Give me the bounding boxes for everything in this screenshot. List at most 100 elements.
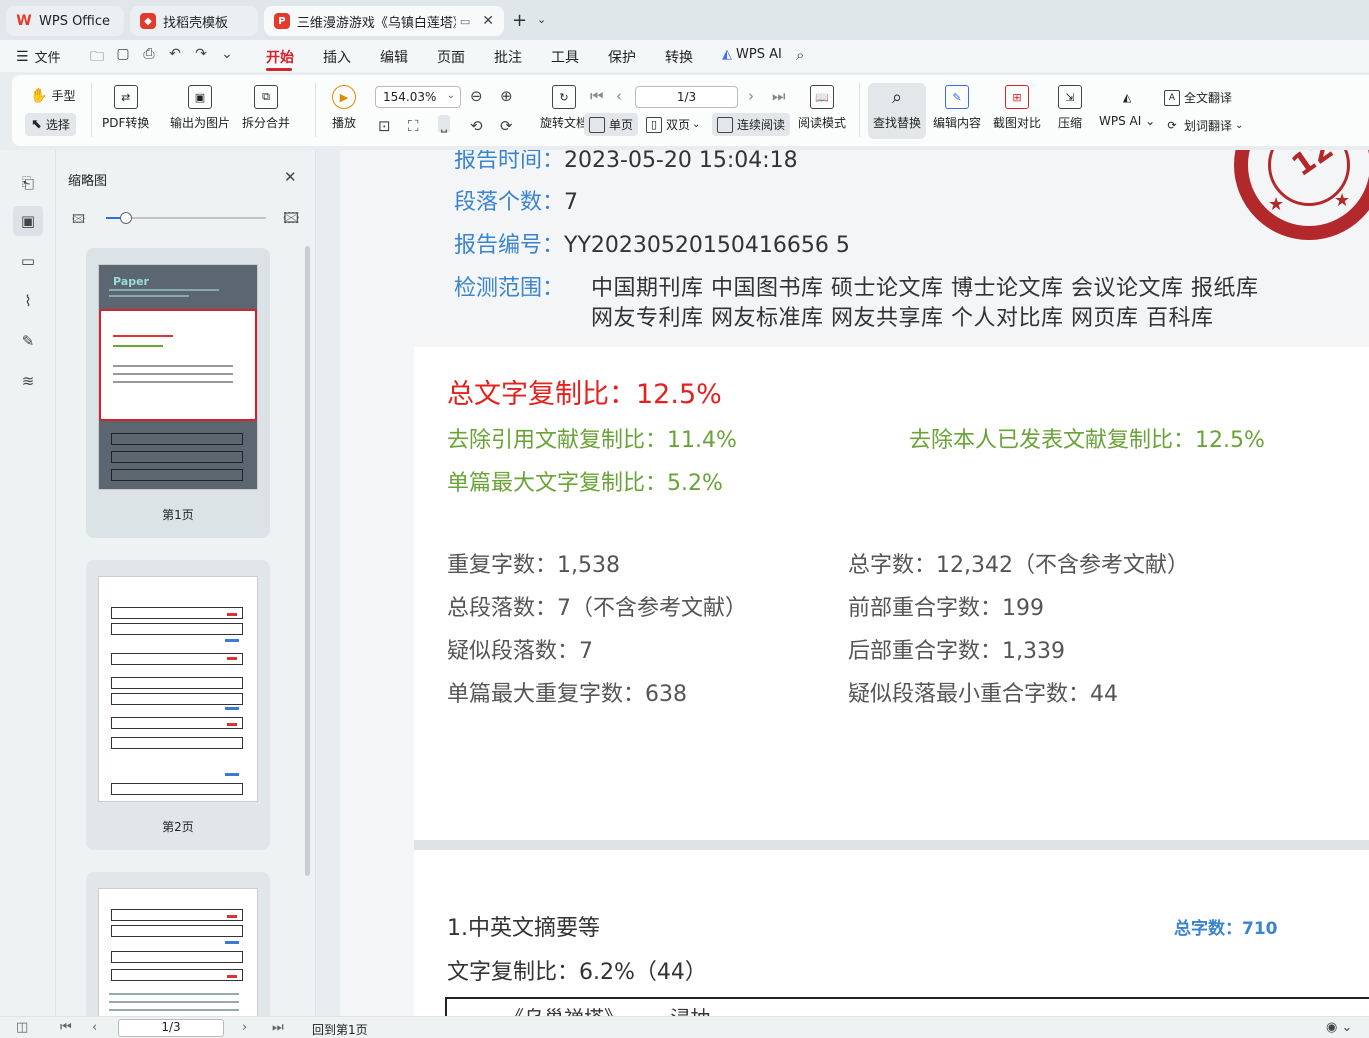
continuous-read-button[interactable]: 连续阅读 [712, 113, 791, 136]
book-icon: 📖 [810, 85, 834, 109]
large-image-icon[interactable]: 🖾 [283, 208, 299, 233]
last-page-icon[interactable]: ⏭ [272, 1020, 284, 1035]
thumbnail-page-1[interactable]: Paper 第1页 [86, 248, 270, 538]
chevron-down-icon: ⌄ [692, 119, 701, 130]
find-replace-button[interactable]: ⌕ 查找替换 [873, 85, 921, 131]
quick-access: 🗀 ▢ ⎙ ↶ ↷ ⌄ [84, 46, 240, 70]
edit-content-label: 编辑内容 [933, 116, 982, 130]
page-input[interactable]: 1/3 [635, 86, 738, 108]
close-icon[interactable]: ✕ [482, 13, 494, 29]
exclude-reference-ratio: 去除引用文献复制比：11.4% [447, 428, 737, 453]
file-label: 文件 [34, 51, 61, 66]
tab-template[interactable]: ◆ 找稻壳模板 [130, 6, 258, 36]
play-icon: ▶ [332, 85, 356, 109]
page-2-preview [98, 576, 258, 802]
zoom-out-icon[interactable]: ⊖ [470, 87, 483, 105]
report-time: 报告时间：2023-05-20 15:04:18 [454, 150, 798, 173]
chevron-down-icon[interactable]: ⌄ [214, 46, 240, 70]
folder-icon[interactable]: 🗀 [84, 46, 110, 70]
new-tab-icon[interactable]: + [512, 10, 527, 31]
menu-convert[interactable]: 转换 [665, 47, 693, 67]
word-translate-button[interactable]: ⟳ 划词翻译 ⌄ [1164, 117, 1243, 134]
comment-icon[interactable]: ▭ [13, 246, 43, 276]
front-overlap: 前部重合字数：199 [848, 596, 1044, 621]
single-page-button[interactable]: 单页 [584, 113, 639, 136]
tab-document[interactable]: P 三维漫游游戏《乌镇白莲塔》的 ▭ ✕ [264, 6, 504, 36]
menu-protect[interactable]: 保护 [608, 47, 636, 67]
first-page-icon[interactable]: ⏮ [590, 87, 604, 105]
small-image-icon[interactable]: 🖾 [72, 210, 85, 231]
bookmark-icon[interactable]: ⎗ [13, 168, 43, 198]
file-menu[interactable]: ☰ 文件 [16, 47, 61, 67]
rotate-left-icon[interactable]: ⟲ [470, 117, 483, 135]
first-page-icon[interactable]: ⏮ [60, 1020, 72, 1035]
menu-insert[interactable]: 插入 [323, 47, 351, 67]
seal-stamp: 12 ★ ★ [1234, 150, 1369, 240]
double-page-button[interactable]: ▯ 双页 ⌄ [646, 116, 700, 133]
detection-scope-line2: 网友专利库 网友标准库 网友共享库 个人对比库 网页库 百科库 [591, 306, 1214, 331]
full-translate-button[interactable]: A 全文翻译 [1164, 89, 1232, 106]
thumbnail-icon[interactable]: ▣ [13, 206, 43, 236]
undo-icon[interactable]: ↶ [162, 46, 188, 70]
menu-home[interactable]: 开始 [266, 47, 294, 67]
single-label: 单页 [609, 118, 634, 132]
actual-size-icon[interactable]: ⊡ [378, 117, 391, 135]
print-icon[interactable]: ⎙ [136, 46, 162, 70]
paper-logo: Paper [113, 275, 149, 288]
repeat-chars: 重复字数：1,538 [447, 553, 620, 578]
hand-label: 手型 [51, 89, 76, 103]
redo-icon[interactable]: ↷ [188, 46, 214, 70]
screenshot-compare-button[interactable]: ⊞ 截图对比 [993, 85, 1041, 131]
read-mode-button[interactable]: 📖 阅读模式 [798, 85, 846, 131]
document-page-2: 1.中英文摘要等 总字数：710 文字复制比：6.2%（44） 《乌巢禅塔》……… [414, 850, 1369, 1016]
rotate-button[interactable]: ↻ 旋转文档 [540, 85, 588, 131]
thumbnail-page-2[interactable]: 第2页 [86, 560, 270, 850]
hand-icon: ✋ [30, 87, 48, 104]
signature-icon[interactable]: ✎ [13, 326, 43, 356]
select-tool-button[interactable]: ⬉ 选择 [25, 113, 76, 136]
back-to-first-link[interactable]: 回到第1页 [312, 1021, 368, 1038]
pdf-convert-button[interactable]: ⇄ PDF转换 [102, 85, 149, 131]
prev-page-icon[interactable]: ‹ [616, 87, 622, 105]
export-image-button[interactable]: ▣ 输出为图片 [170, 85, 230, 131]
last-page-icon[interactable]: ⏭ [772, 87, 786, 105]
thumbnail-page-3[interactable] [86, 872, 270, 1032]
menu-page[interactable]: 页面 [437, 47, 465, 67]
thumbnail-scrollbar[interactable] [305, 246, 310, 876]
zoom-in-icon[interactable]: ⊕ [500, 87, 513, 105]
slider-handle[interactable] [120, 212, 132, 224]
panel-title: 缩略图 [68, 174, 108, 189]
hand-tool-button[interactable]: ✋ 手型 [30, 87, 75, 104]
page-input[interactable]: 1/3 [118, 1019, 224, 1037]
menu-edit[interactable]: 编辑 [380, 47, 408, 67]
prev-page-icon[interactable]: ‹ [92, 1020, 97, 1035]
continuous-label: 连续阅读 [737, 118, 786, 132]
search-icon[interactable]: ⌕ [796, 46, 804, 64]
next-page-icon[interactable]: › [242, 1020, 247, 1035]
close-icon[interactable]: ✕ [284, 168, 297, 186]
wps-ai-button[interactable]: ◭ WPS AI ⌄ [1099, 85, 1155, 129]
fit-width-icon[interactable]: ⎵ [438, 115, 451, 133]
menu-wps-ai[interactable]: ◭ WPS AI [722, 47, 782, 62]
eye-icon[interactable]: ◉ ⌄ [1326, 1020, 1352, 1035]
tab-wps-office[interactable]: W WPS Office [6, 6, 124, 36]
compress-button[interactable]: ⇲ 压缩 [1058, 85, 1082, 131]
rotate-right-icon[interactable]: ⟳ [500, 117, 513, 135]
zoom-select[interactable]: 154.03% ⌄ [375, 86, 461, 108]
menu-icon: ☰ [16, 48, 29, 65]
next-page-icon[interactable]: › [748, 87, 754, 105]
read-mode-label: 阅读模式 [798, 116, 847, 130]
chevron-down-icon[interactable]: ⌄ [537, 13, 546, 26]
sidebar-toggle-icon[interactable]: ◫ [16, 1020, 28, 1035]
tab-label: 三维漫游游戏《乌镇白莲塔》的 [296, 15, 456, 31]
attachment-icon[interactable]: ⌇ [13, 286, 43, 316]
menu-tools[interactable]: 工具 [551, 47, 579, 67]
fit-page-icon[interactable]: ⛶ [408, 117, 419, 135]
menu-comment[interactable]: 批注 [494, 47, 522, 67]
play-button[interactable]: ▶ 播放 [332, 85, 356, 131]
split-merge-button[interactable]: ⧉ 拆分合并 [242, 85, 290, 131]
layers-icon[interactable]: ≋ [13, 366, 43, 396]
edit-content-button[interactable]: ✎ 编辑内容 [933, 85, 981, 131]
save-icon[interactable]: ▢ [110, 46, 136, 70]
double-label: 双页 [666, 118, 691, 132]
